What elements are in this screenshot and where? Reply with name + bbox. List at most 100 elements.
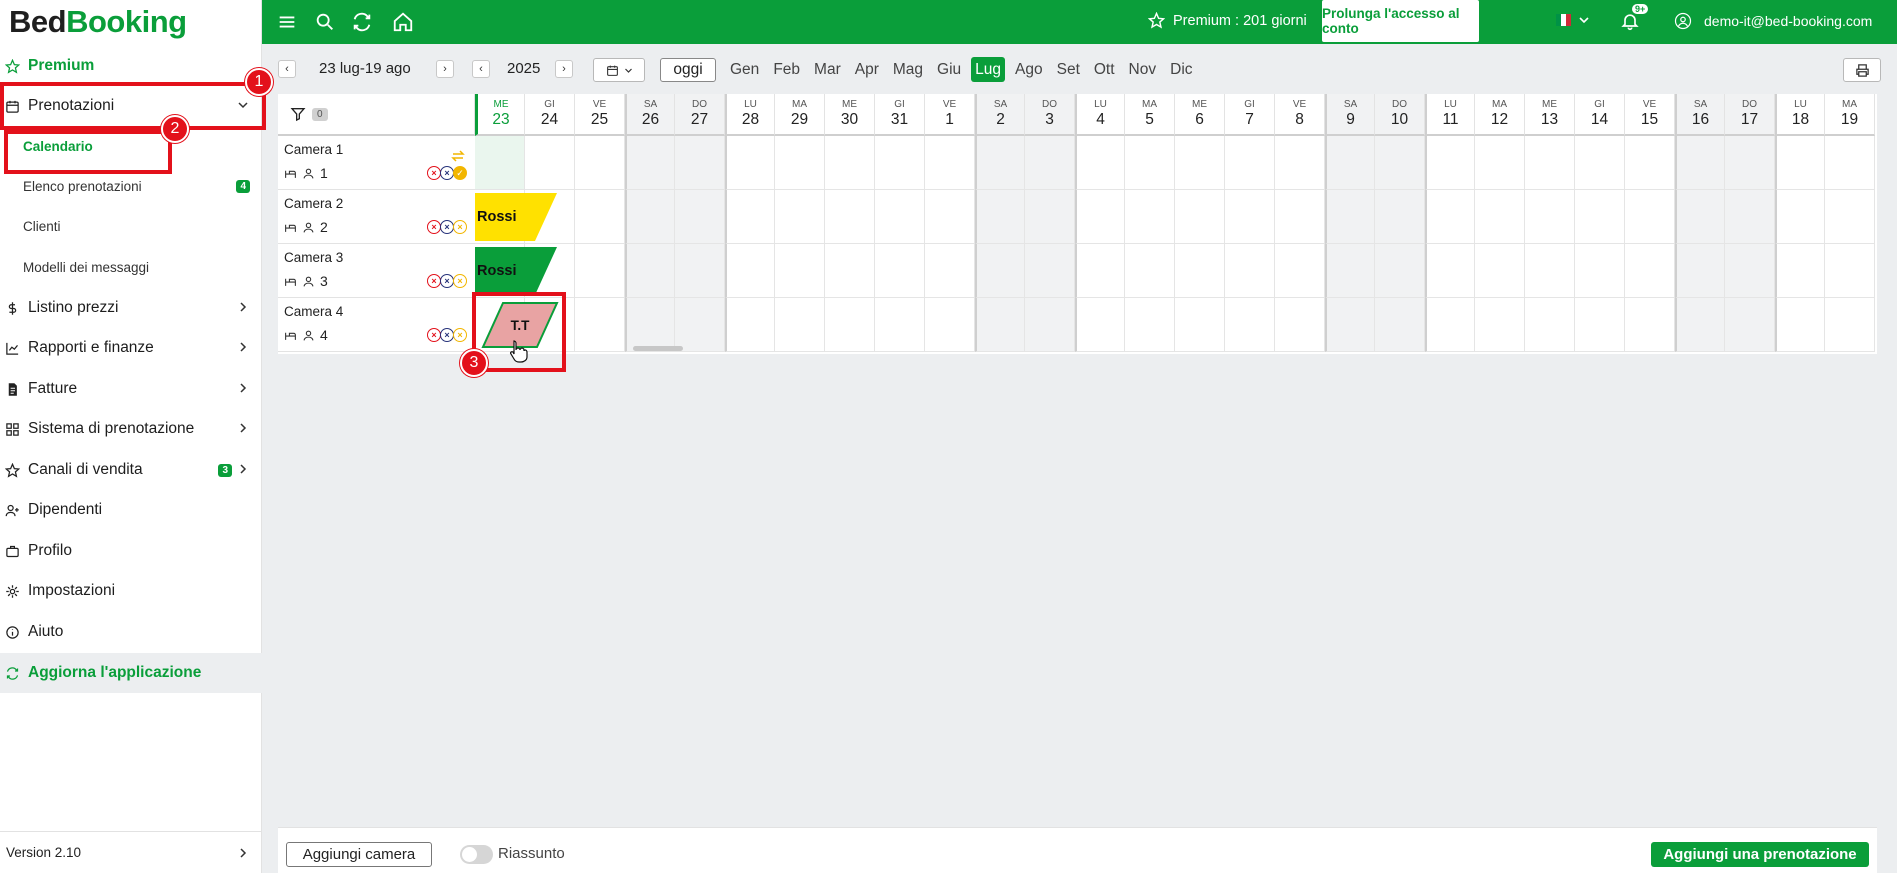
sidebar-item-listino-prezzi[interactable]: Listino prezzi: [0, 288, 262, 328]
calendar-cell[interactable]: [475, 136, 525, 190]
calendar-cell[interactable]: [1425, 244, 1475, 298]
calendar-cell[interactable]: [625, 244, 675, 298]
calendar-cell[interactable]: [1775, 136, 1825, 190]
calendar-cell[interactable]: [825, 190, 875, 244]
calendar-cell[interactable]: [1575, 298, 1625, 352]
calendar-cell[interactable]: [1825, 190, 1875, 244]
calendar-cell[interactable]: [875, 136, 925, 190]
calendar-cell[interactable]: [1075, 136, 1125, 190]
calendar-cell[interactable]: [1675, 190, 1725, 244]
sidebar-item-impostazioni[interactable]: Impostazioni: [0, 571, 262, 611]
calendar-cell[interactable]: [725, 244, 775, 298]
calendar-cell[interactable]: [1375, 136, 1425, 190]
sidebar-item-clienti[interactable]: Clienti: [0, 206, 262, 246]
sidebar-item-calendario[interactable]: Calendario: [0, 126, 262, 166]
calendar-cell[interactable]: [1325, 298, 1375, 352]
room-row[interactable]: Camera 4 4 × × ×: [278, 298, 475, 352]
room-row[interactable]: Camera 1 1 × × ✓: [278, 136, 475, 190]
calendar-cell[interactable]: [1575, 136, 1625, 190]
calendar-cell[interactable]: [1625, 298, 1675, 352]
calendar-cell[interactable]: [1275, 136, 1325, 190]
calendar-cell[interactable]: [1175, 190, 1225, 244]
calendar-cell[interactable]: [1825, 244, 1875, 298]
calendar-cell[interactable]: [1175, 244, 1225, 298]
calendar-cell[interactable]: [675, 136, 725, 190]
sidebar-item-sistema-prenotazione[interactable]: Sistema di prenotazione: [0, 409, 262, 449]
sidebar-item-rapporti-finanze[interactable]: Rapporti e finanze: [0, 328, 262, 368]
calendar-cell[interactable]: [1075, 190, 1125, 244]
user-menu[interactable]: demo-it@bed-booking.com: [1674, 12, 1872, 30]
calendar-cell[interactable]: [1225, 298, 1275, 352]
calendar-cell[interactable]: [1625, 190, 1675, 244]
month-jan[interactable]: Gen: [726, 57, 763, 82]
calendar-cell[interactable]: [875, 244, 925, 298]
home-icon[interactable]: [392, 11, 414, 33]
calendar-cell[interactable]: [1075, 244, 1125, 298]
month-jul[interactable]: Lug: [971, 57, 1006, 82]
calendar-cell[interactable]: [725, 190, 775, 244]
calendar-cell[interactable]: [1025, 298, 1075, 352]
calendar-cell[interactable]: [1375, 298, 1425, 352]
sidebar-item-aiuto[interactable]: Aiuto: [0, 612, 262, 652]
calendar-cell[interactable]: [1225, 190, 1275, 244]
calendar-cell[interactable]: [575, 190, 625, 244]
calendar-cell[interactable]: [1775, 190, 1825, 244]
calendar-cell[interactable]: [1175, 136, 1225, 190]
month-nov[interactable]: Nov: [1125, 57, 1161, 82]
room-row[interactable]: Camera 3 3 × × ×: [278, 244, 475, 298]
calendar-cell[interactable]: [1425, 298, 1475, 352]
calendar-cell[interactable]: [1625, 136, 1675, 190]
calendar-cell[interactable]: [925, 190, 975, 244]
refresh-icon[interactable]: [351, 11, 373, 33]
calendar-cell[interactable]: [1575, 190, 1625, 244]
calendar-cell[interactable]: [1325, 244, 1375, 298]
calendar-cell[interactable]: [1525, 298, 1575, 352]
calendar-cell[interactable]: [1275, 244, 1325, 298]
calendar-cell[interactable]: [1625, 244, 1675, 298]
calendar-cell[interactable]: [975, 244, 1025, 298]
calendar-cell[interactable]: [775, 298, 825, 352]
calendar-cell[interactable]: [875, 298, 925, 352]
calendar-cell[interactable]: [575, 136, 625, 190]
calendar-cell[interactable]: [925, 244, 975, 298]
sidebar-item-canali-vendita[interactable]: Canali di vendita 3: [0, 450, 262, 490]
month-dec[interactable]: Dic: [1166, 57, 1196, 82]
calendar-cell[interactable]: [925, 136, 975, 190]
italy-flag-icon[interactable]: [1556, 14, 1571, 26]
calendar-cell[interactable]: [625, 136, 675, 190]
add-room-button[interactable]: Aggiungi camera: [286, 842, 432, 867]
calendar-cell[interactable]: [1525, 244, 1575, 298]
app-logo[interactable]: BedBooking: [0, 0, 261, 44]
month-sep[interactable]: Set: [1053, 57, 1084, 82]
month-mar[interactable]: Mar: [810, 57, 845, 82]
calendar-cell[interactable]: [975, 190, 1025, 244]
calendar-cell[interactable]: [825, 136, 875, 190]
search-icon[interactable]: [314, 11, 336, 33]
calendar-cell[interactable]: [1125, 190, 1175, 244]
date-picker-button[interactable]: [593, 58, 645, 82]
calendar-cell[interactable]: [1225, 136, 1275, 190]
calendar-cell[interactable]: [575, 244, 625, 298]
sidebar-item-elenco-prenotazioni[interactable]: Elenco prenotazioni 4: [0, 166, 262, 206]
prev-year-button[interactable]: ‹: [472, 60, 490, 78]
calendar-cell[interactable]: [1825, 298, 1875, 352]
calendar-cell[interactable]: [625, 298, 675, 352]
calendar-cell[interactable]: [1475, 190, 1525, 244]
print-button[interactable]: [1843, 58, 1881, 82]
prev-range-button[interactable]: ‹: [278, 60, 296, 78]
calendar-cell[interactable]: [725, 298, 775, 352]
calendar-cell[interactable]: [775, 136, 825, 190]
calendar-cell[interactable]: [625, 190, 675, 244]
calendar-cell[interactable]: [1275, 190, 1325, 244]
calendar-cell[interactable]: [1725, 244, 1775, 298]
calendar-cell[interactable]: [1825, 136, 1875, 190]
calendar-cell[interactable]: [1775, 298, 1825, 352]
calendar-cell[interactable]: [825, 244, 875, 298]
sidebar-item-profilo[interactable]: Profilo: [0, 531, 262, 571]
menu-icon[interactable]: [276, 11, 298, 33]
calendar-cell[interactable]: [775, 244, 825, 298]
calendar-cell[interactable]: [1025, 190, 1075, 244]
calendar-cell[interactable]: [1325, 136, 1375, 190]
next-range-button[interactable]: ›: [436, 60, 454, 78]
calendar-cell[interactable]: [1025, 136, 1075, 190]
